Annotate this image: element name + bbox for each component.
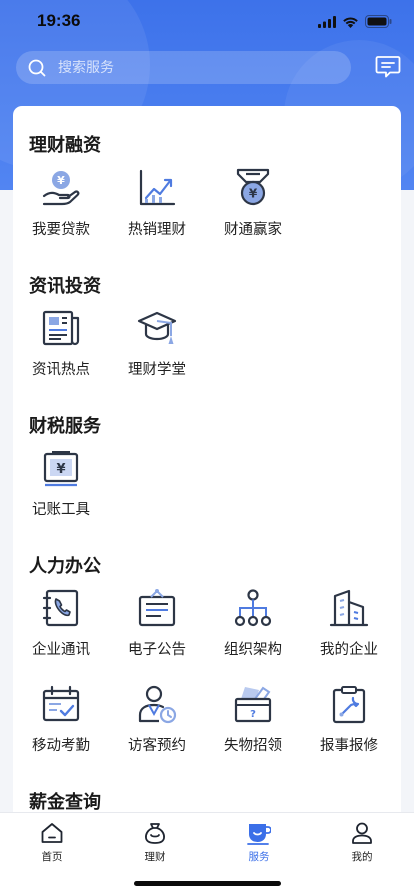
home-icon	[41, 823, 63, 843]
notice-board-icon	[138, 589, 176, 627]
status-bar: 19:36	[0, 0, 414, 44]
services-card: 理财融资 ¥ 我要贷款 热销理财 ¥ 财通赢家 资讯投资 资讯热点 理财学堂 财…	[13, 106, 401, 826]
newspaper-icon	[42, 310, 80, 346]
loan-coin-hand-icon: ¥	[42, 171, 80, 206]
money-bag-icon	[145, 823, 165, 844]
service-school[interactable]: 理财学堂	[109, 308, 205, 379]
section-title-tax: 财税服务	[29, 416, 101, 437]
service-label: 我的企业	[320, 642, 378, 658]
service-contacts[interactable]: 企业通讯	[13, 588, 109, 659]
tab-finance[interactable]: 理财	[125, 821, 185, 864]
signal-icon	[318, 15, 336, 28]
service-loan[interactable]: ¥ 我要贷款	[13, 168, 109, 239]
section-title-salary: 薪金查询	[29, 792, 101, 813]
accounting-register-icon: ¥	[43, 451, 79, 487]
service-label: 我要贷款	[32, 222, 90, 238]
service-label: 移动考勤	[32, 738, 90, 754]
svg-text:¥: ¥	[56, 462, 65, 477]
service-attendance[interactable]: 移动考勤	[13, 684, 109, 755]
svg-text:?: ?	[250, 709, 256, 720]
service-winner[interactable]: ¥ 财通赢家	[205, 168, 301, 239]
service-org-chart[interactable]: 组织架构	[205, 588, 301, 659]
svg-text:¥: ¥	[249, 187, 258, 201]
section-title-hr: 人力办公	[29, 556, 101, 577]
lost-and-found-box-icon: ?	[234, 686, 272, 723]
battery-icon	[365, 15, 392, 28]
service-visitor[interactable]: 访客预约	[109, 684, 205, 755]
service-label: 访客预约	[128, 738, 186, 754]
user-icon	[352, 822, 372, 844]
home-indicator	[134, 881, 281, 886]
service-label: 组织架构	[224, 642, 282, 658]
service-repair[interactable]: 报事报修	[301, 684, 397, 755]
message-icon[interactable]	[375, 55, 401, 79]
service-label: 资讯热点	[32, 362, 90, 378]
tab-label: 我的	[351, 851, 373, 863]
service-label: 理财学堂	[128, 362, 186, 378]
search-bar[interactable]	[16, 51, 351, 84]
search-input[interactable]	[58, 59, 318, 76]
graduation-cap-icon	[137, 311, 177, 344]
service-hot-products[interactable]: 热销理财	[109, 168, 205, 239]
wifi-icon	[343, 17, 358, 28]
calendar-check-icon	[42, 685, 80, 722]
status-time: 19:36	[37, 11, 81, 30]
tab-services[interactable]: 服务	[229, 821, 289, 864]
tab-label: 理财	[144, 851, 166, 863]
service-announcement[interactable]: 电子公告	[109, 588, 205, 659]
service-label: 电子公告	[128, 642, 186, 658]
building-icon	[329, 589, 369, 627]
service-bookkeeping[interactable]: ¥ 记账工具	[13, 448, 109, 519]
phonebook-icon	[42, 589, 79, 627]
svg-text:¥: ¥	[57, 174, 65, 187]
section-title-finance: 理财融资	[29, 135, 101, 156]
cup-icon	[247, 824, 271, 845]
search-icon	[28, 59, 46, 76]
service-label: 企业通讯	[32, 642, 90, 658]
tab-home[interactable]: 首页	[22, 821, 82, 864]
tab-mine[interactable]: 我的	[332, 821, 392, 864]
status-icons	[318, 15, 392, 28]
tab-label: 服务	[248, 851, 270, 863]
service-label: 财通赢家	[224, 222, 282, 238]
section-title-info: 资讯投资	[29, 276, 101, 297]
service-label: 失物招领	[224, 738, 282, 754]
medal-icon: ¥	[236, 168, 270, 206]
service-label: 记账工具	[32, 502, 90, 518]
tab-label: 首页	[41, 851, 63, 863]
service-label: 热销理财	[128, 222, 186, 238]
service-my-company[interactable]: 我的企业	[301, 588, 397, 659]
service-lost-found[interactable]: ? 失物招领	[205, 684, 301, 755]
visitor-appointment-icon	[138, 685, 177, 724]
repair-clipboard-icon	[332, 686, 366, 724]
service-news[interactable]: 资讯热点	[13, 308, 109, 379]
trend-chart-icon	[139, 169, 176, 206]
service-label: 报事报修	[320, 738, 378, 754]
org-chart-icon	[234, 589, 272, 627]
